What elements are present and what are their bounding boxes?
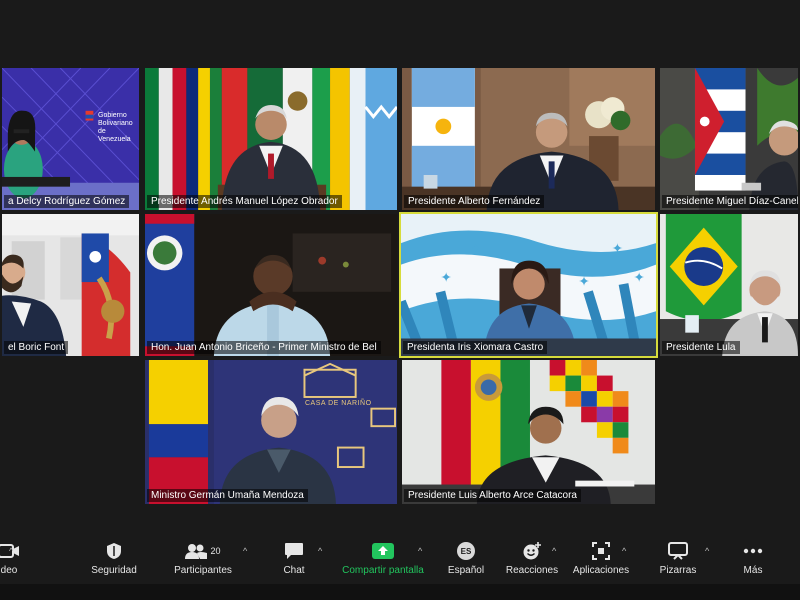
svg-text:✦: ✦ [633,270,645,286]
bottom-strip [0,584,800,600]
video-tile-venezuela[interactable]: Gobierno Bolivariano de Venezuela a Delc… [0,66,141,212]
more-label: Más [743,565,763,576]
video-tile-argentina[interactable]: Presidente Alberto Fernández [400,66,657,212]
meeting-toolbar: deo ^ Seguridad 20 Participantes ^ Chat … [0,532,800,584]
language-badge: ES [457,542,475,560]
video-tile-belize[interactable]: Hon. Juan Antonio Briceño - Primer Minis… [143,212,399,358]
video-tile-cuba[interactable]: Presidente Miguel Díaz-Canel [658,66,800,212]
participant-name: Presidente Lula [662,341,740,354]
svg-text:✦: ✦ [470,241,482,257]
video-tile-chile[interactable]: el Boric Font [0,212,141,358]
participants-button[interactable]: 20 Participantes [158,540,248,576]
participant-name: Presidente Andrés Manuel López Obrador [147,195,342,208]
participant-name: a Delcy Rodríguez Gómez [4,195,130,208]
security-label: Seguridad [91,565,137,576]
svg-text:✦: ✦ [612,241,624,257]
chat-options-caret[interactable]: ^ [318,546,322,556]
video-tile-colombia[interactable]: CASA DE NARIÑO Ministro Germán Umaña Men… [143,358,399,506]
chat-icon [249,540,339,562]
participants-options-caret[interactable]: ^ [243,546,247,556]
participants-icon: 20 [158,540,248,562]
participants-label: Participantes [174,565,232,576]
participant-name: el Boric Font [4,341,69,354]
video-options-caret[interactable]: ^ [9,546,13,556]
casa-narino-text: CASA DE NARIÑO [305,400,372,407]
security-button[interactable]: Seguridad [69,540,159,576]
svg-text:✦: ✦ [578,274,590,290]
participants-count: 20 [210,546,221,556]
participant-name: Presidente Miguel Díaz-Canel [662,195,798,208]
share-screen-icon [338,540,428,562]
video-tile-brazil[interactable]: Presidente Lula [658,212,800,358]
participant-name: Hon. Juan Antonio Briceño - Primer Minis… [147,341,381,354]
video-tile-bolivia[interactable]: Presidente Luis Alberto Arce Catacora [400,358,657,506]
svg-text:✦: ✦ [440,270,452,286]
chat-label: Chat [283,565,305,576]
share-screen-button[interactable]: Compartir pantalla [338,540,428,576]
chat-button[interactable]: Chat [249,540,339,576]
venezuela-brand-text: Gobierno Bolivariano de Venezuela [98,112,133,143]
participant-name: Presidente Luis Alberto Arce Catacora [404,489,581,502]
more-button[interactable]: Más [708,540,798,576]
shield-icon [69,540,159,562]
video-tile-mexico[interactable]: Presidente Andrés Manuel López Obrador [143,66,399,212]
participant-name: Presidente Alberto Fernández [404,195,545,208]
video-label: deo [0,565,18,576]
video-tile-honduras[interactable]: ✦ ✦ ✦ ✦ ✦ Presidenta Iris Xiomara Castro [399,212,658,358]
more-icon [708,540,798,562]
share-screen-label: Compartir pantalla [342,565,424,576]
apps-options-caret[interactable]: ^ [622,546,626,556]
participant-name: Ministro Germán Umaña Mendoza [147,489,308,502]
participant-name: Presidenta Iris Xiomara Castro [403,341,548,354]
